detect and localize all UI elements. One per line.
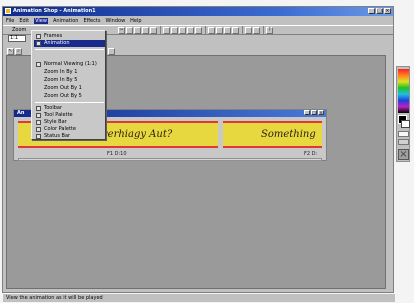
minimize-icon[interactable]: _ xyxy=(368,8,375,14)
transparent-icon[interactable]: × xyxy=(398,149,409,160)
view-menu-animation[interactable]: Animation xyxy=(34,40,105,47)
frame-2-label: F2 D: xyxy=(304,151,318,157)
view-menu-zoom-out-1[interactable]: Zoom Out By 1 xyxy=(34,85,105,92)
menu-edit[interactable]: Edit xyxy=(19,18,29,24)
view-menu-color-palette[interactable]: Color Palette xyxy=(34,126,105,133)
animation-properties-icon[interactable] xyxy=(224,27,231,34)
paste-new-icon[interactable] xyxy=(142,27,149,34)
animation-icon xyxy=(36,41,41,46)
status-bar: View the animation as it will be played xyxy=(3,294,395,302)
frame-2[interactable]: Something xyxy=(223,121,322,148)
style-bar-check-icon xyxy=(36,120,41,125)
animation-scrollbar[interactable] xyxy=(18,158,322,161)
child-minimize-icon[interactable]: _ xyxy=(304,110,310,115)
paste-frame-icon[interactable] xyxy=(150,27,157,34)
status-bar-check-icon xyxy=(36,134,41,139)
arrow-tool-icon[interactable]: ↖ xyxy=(7,48,14,55)
title-bar[interactable]: Animation Shop - Animation1 _ □ × xyxy=(3,7,393,16)
run-icon[interactable] xyxy=(163,27,170,34)
child-maximize-icon[interactable]: □ xyxy=(311,110,317,115)
normal-viewing-icon xyxy=(36,62,41,67)
frame-1-label: F1 D:10 xyxy=(107,151,127,157)
view-menu-zoom-in-1[interactable]: Zoom In By 1 xyxy=(34,69,105,76)
menu-effects[interactable]: Effects xyxy=(83,18,100,24)
child-close-icon[interactable]: × xyxy=(318,110,324,115)
view-menu-style-bar[interactable]: Style Bar xyxy=(34,119,105,126)
menu-animation[interactable]: Animation xyxy=(53,18,79,24)
window-title: Animation Shop - Animation1 xyxy=(13,8,96,14)
main-window: Animation Shop - Animation1 _ □ × File E… xyxy=(2,6,395,302)
frame-2-text: Something xyxy=(261,129,316,140)
view-animation-icon[interactable] xyxy=(208,27,215,34)
background-color-swatch[interactable] xyxy=(401,120,410,128)
view-menu-status-bar[interactable]: Status Bar xyxy=(34,133,105,140)
cut-icon[interactable]: ✂ xyxy=(118,27,125,34)
onion-skin-icon[interactable] xyxy=(245,27,252,34)
menu-bar: File Edit View Animation Effects Window … xyxy=(3,17,393,25)
menu-view[interactable]: View xyxy=(34,18,48,24)
copy-icon[interactable] xyxy=(126,27,133,34)
tool-palette-check-icon xyxy=(36,113,41,118)
color-palette-check-icon xyxy=(36,127,41,132)
view-menu-tool-palette[interactable]: Tool Palette xyxy=(34,112,105,119)
selection-tool-icon[interactable] xyxy=(108,48,115,55)
text-effect-icon[interactable] xyxy=(195,27,202,34)
texture-swatch[interactable] xyxy=(398,139,409,145)
frame-properties-icon[interactable] xyxy=(216,27,223,34)
transition-icon[interactable] xyxy=(187,27,194,34)
frame-1-text: yerhiagy Aut? xyxy=(102,129,173,140)
effect-icon[interactable] xyxy=(179,27,186,34)
menu-window[interactable]: Window xyxy=(105,18,125,24)
help-icon[interactable]: ? xyxy=(266,27,273,34)
toolbar-check-icon xyxy=(36,106,41,111)
view-menu-zoom-out-5[interactable]: Zoom Out By 5 xyxy=(34,93,105,100)
frames-icon xyxy=(36,34,41,39)
menu-help[interactable]: Help xyxy=(130,18,141,24)
view-menu-zoom-in-5[interactable]: Zoom In By 5 xyxy=(34,77,105,84)
optimize-icon[interactable] xyxy=(253,27,260,34)
view-menu-dropdown: Frames Animation Normal Viewing (1:1) Zo… xyxy=(31,30,106,140)
status-text: View the animation as it will be played xyxy=(6,295,103,301)
zoom-tool-icon[interactable]: ⌕ xyxy=(15,48,22,55)
maximize-icon[interactable]: □ xyxy=(376,8,383,14)
animation-window-title: An xyxy=(17,110,25,116)
paste-icon[interactable] xyxy=(134,27,141,34)
view-menu-frames[interactable]: Frames xyxy=(34,33,105,40)
menu-file[interactable]: File xyxy=(6,18,14,24)
view-menu-normal-viewing[interactable]: Normal Viewing (1:1) xyxy=(34,61,105,68)
link-icon[interactable] xyxy=(171,27,178,34)
resize-icon[interactable] xyxy=(232,27,239,34)
color-palette: × xyxy=(396,66,410,162)
app-icon xyxy=(5,8,11,14)
zoom-label: Zoom xyxy=(12,27,27,33)
view-menu-toolbar[interactable]: Toolbar xyxy=(34,105,105,112)
close-icon[interactable]: × xyxy=(384,8,391,14)
color-spectrum[interactable] xyxy=(398,69,409,113)
style-swatch[interactable] xyxy=(398,131,409,137)
